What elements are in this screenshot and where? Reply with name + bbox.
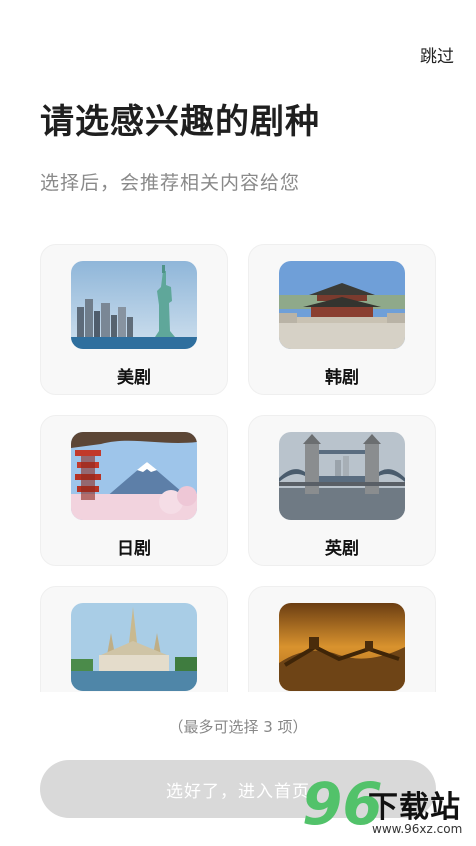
genre-card-cn[interactable] bbox=[248, 586, 436, 692]
page-subtitle: 选择后，会推荐相关内容给您 bbox=[40, 172, 301, 194]
korean-palace-image bbox=[279, 261, 405, 349]
mount-fuji-pagoda-image bbox=[71, 432, 197, 520]
tower-bridge-image bbox=[279, 432, 405, 520]
watermark-logo: 96 下载站 www.96xz.com bbox=[302, 774, 472, 844]
skip-button[interactable]: 跳过 bbox=[420, 42, 454, 67]
genre-card-jp[interactable]: 日剧 bbox=[40, 415, 228, 566]
genre-grid: 美剧 韩剧 日剧 英剧 bbox=[40, 244, 436, 692]
thai-temple-image bbox=[71, 603, 197, 691]
genre-card-kr[interactable]: 韩剧 bbox=[248, 244, 436, 395]
genre-card-us[interactable]: 美剧 bbox=[40, 244, 228, 395]
genre-card-uk[interactable]: 英剧 bbox=[248, 415, 436, 566]
watermark-text: 下载站 bbox=[368, 790, 461, 825]
genre-grid-viewport[interactable]: 美剧 韩剧 日剧 英剧 bbox=[0, 236, 476, 692]
genre-label: 韩剧 bbox=[325, 368, 359, 388]
watermark-url: www.96xz.com bbox=[372, 822, 463, 836]
genre-label: 美剧 bbox=[117, 368, 151, 388]
statue-of-liberty-image bbox=[71, 261, 197, 349]
genre-label: 日剧 bbox=[117, 539, 151, 559]
selection-limit-hint: （最多可选择 3 项） bbox=[168, 718, 308, 736]
page-title: 请选感兴趣的剧种 bbox=[40, 102, 320, 142]
genre-card-th[interactable] bbox=[40, 586, 228, 692]
great-wall-image bbox=[279, 603, 405, 691]
genre-label: 英剧 bbox=[325, 539, 359, 559]
